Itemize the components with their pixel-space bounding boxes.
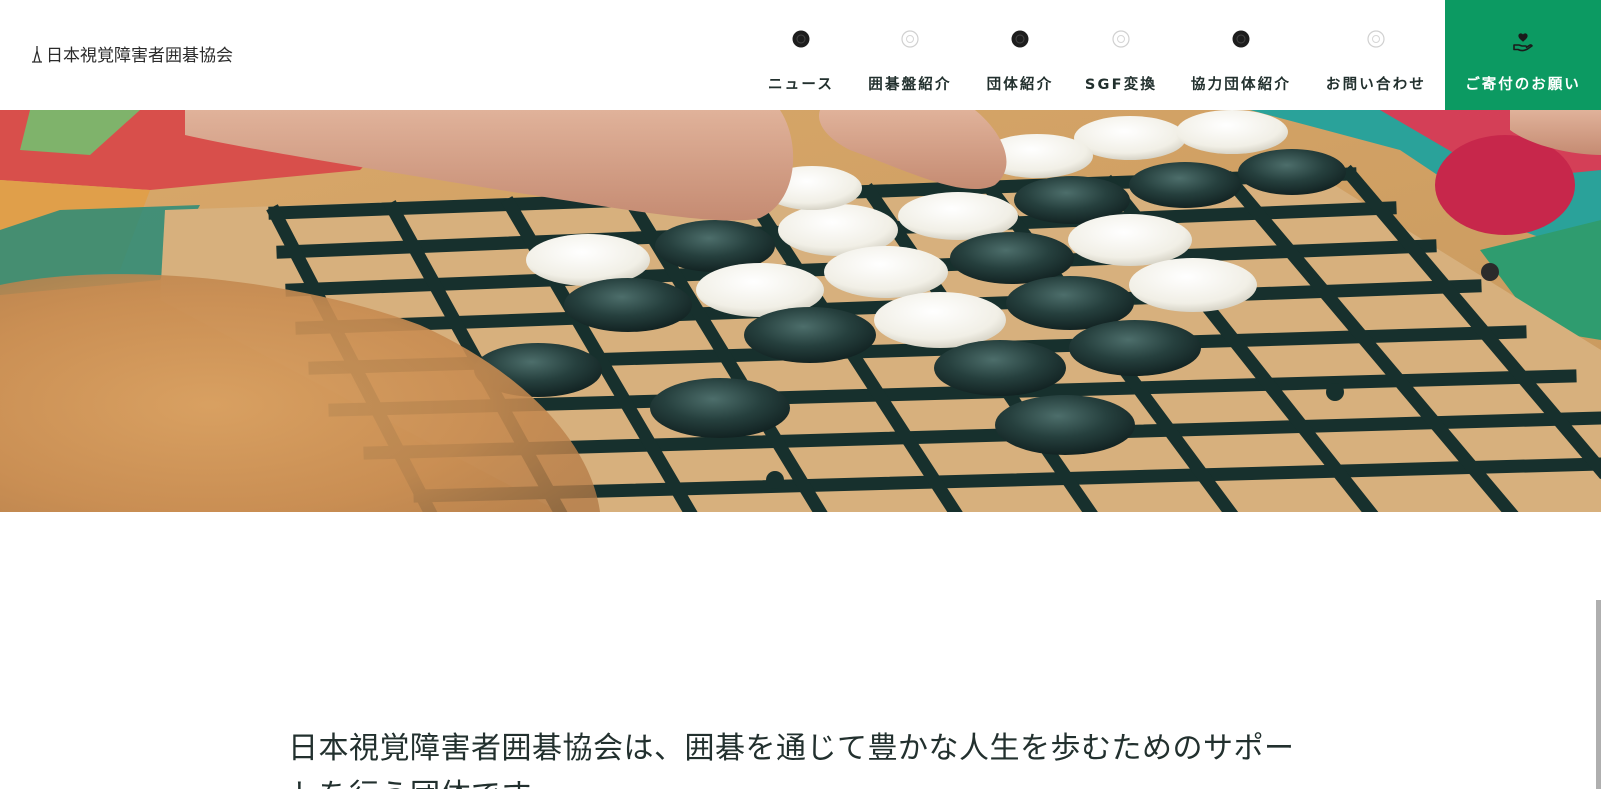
nav-item-news[interactable]: ニュース: [766, 0, 836, 110]
nav-label-partners: 協力団体紹介: [1190, 77, 1292, 93]
nav-label-sgf: SGF変換: [1084, 77, 1158, 93]
tactile-go-board-photo: [0, 110, 1601, 512]
nav-item-about[interactable]: 団体紹介: [985, 0, 1055, 110]
scrollbar[interactable]: [1596, 600, 1601, 789]
nav-item-partners[interactable]: 協力団体紹介: [1188, 0, 1294, 110]
nav-item-sgf[interactable]: SGF変換: [1084, 0, 1158, 110]
page: 日本視覚障害者囲碁協会 ニュース 囲碁盤紹介 団体紹介 SGF変換 協力団体紹介…: [0, 0, 1601, 789]
nav-label-news: ニュース: [767, 77, 835, 93]
nav-item-go-board[interactable]: 囲碁盤紹介: [866, 0, 954, 110]
white-go-stone-icon: [1367, 30, 1385, 48]
black-go-stone-icon: [1232, 30, 1250, 48]
black-go-stone-icon: [792, 30, 810, 48]
nav-label-about: 団体紹介: [986, 77, 1054, 93]
hero-image: [0, 110, 1601, 512]
white-go-stone-icon: [1112, 30, 1130, 48]
nav-label-contact: お問い合わせ: [1325, 77, 1427, 93]
white-go-stone-icon: [901, 30, 919, 48]
site-header: 日本視覚障害者囲碁協会 ニュース 囲碁盤紹介 団体紹介 SGF変換 協力団体紹介…: [0, 0, 1601, 110]
main-nav: ニュース 囲碁盤紹介 団体紹介 SGF変換 協力団体紹介 お問い合わせ: [0, 0, 1601, 110]
donate-button[interactable]: ご寄付のお願い: [1445, 0, 1601, 110]
donate-label: ご寄付のお願い: [1465, 77, 1581, 93]
black-go-stone-icon: [1011, 30, 1029, 48]
nav-item-contact[interactable]: お問い合わせ: [1323, 0, 1429, 110]
nav-label-go-board: 囲碁盤紹介: [868, 77, 952, 93]
heart-hand-icon: [1513, 33, 1533, 52]
intro-text: 日本視覚障害者囲碁協会は、囲碁を通じて豊かな人生を歩むためのサポートを行う団体で…: [288, 731, 1295, 789]
